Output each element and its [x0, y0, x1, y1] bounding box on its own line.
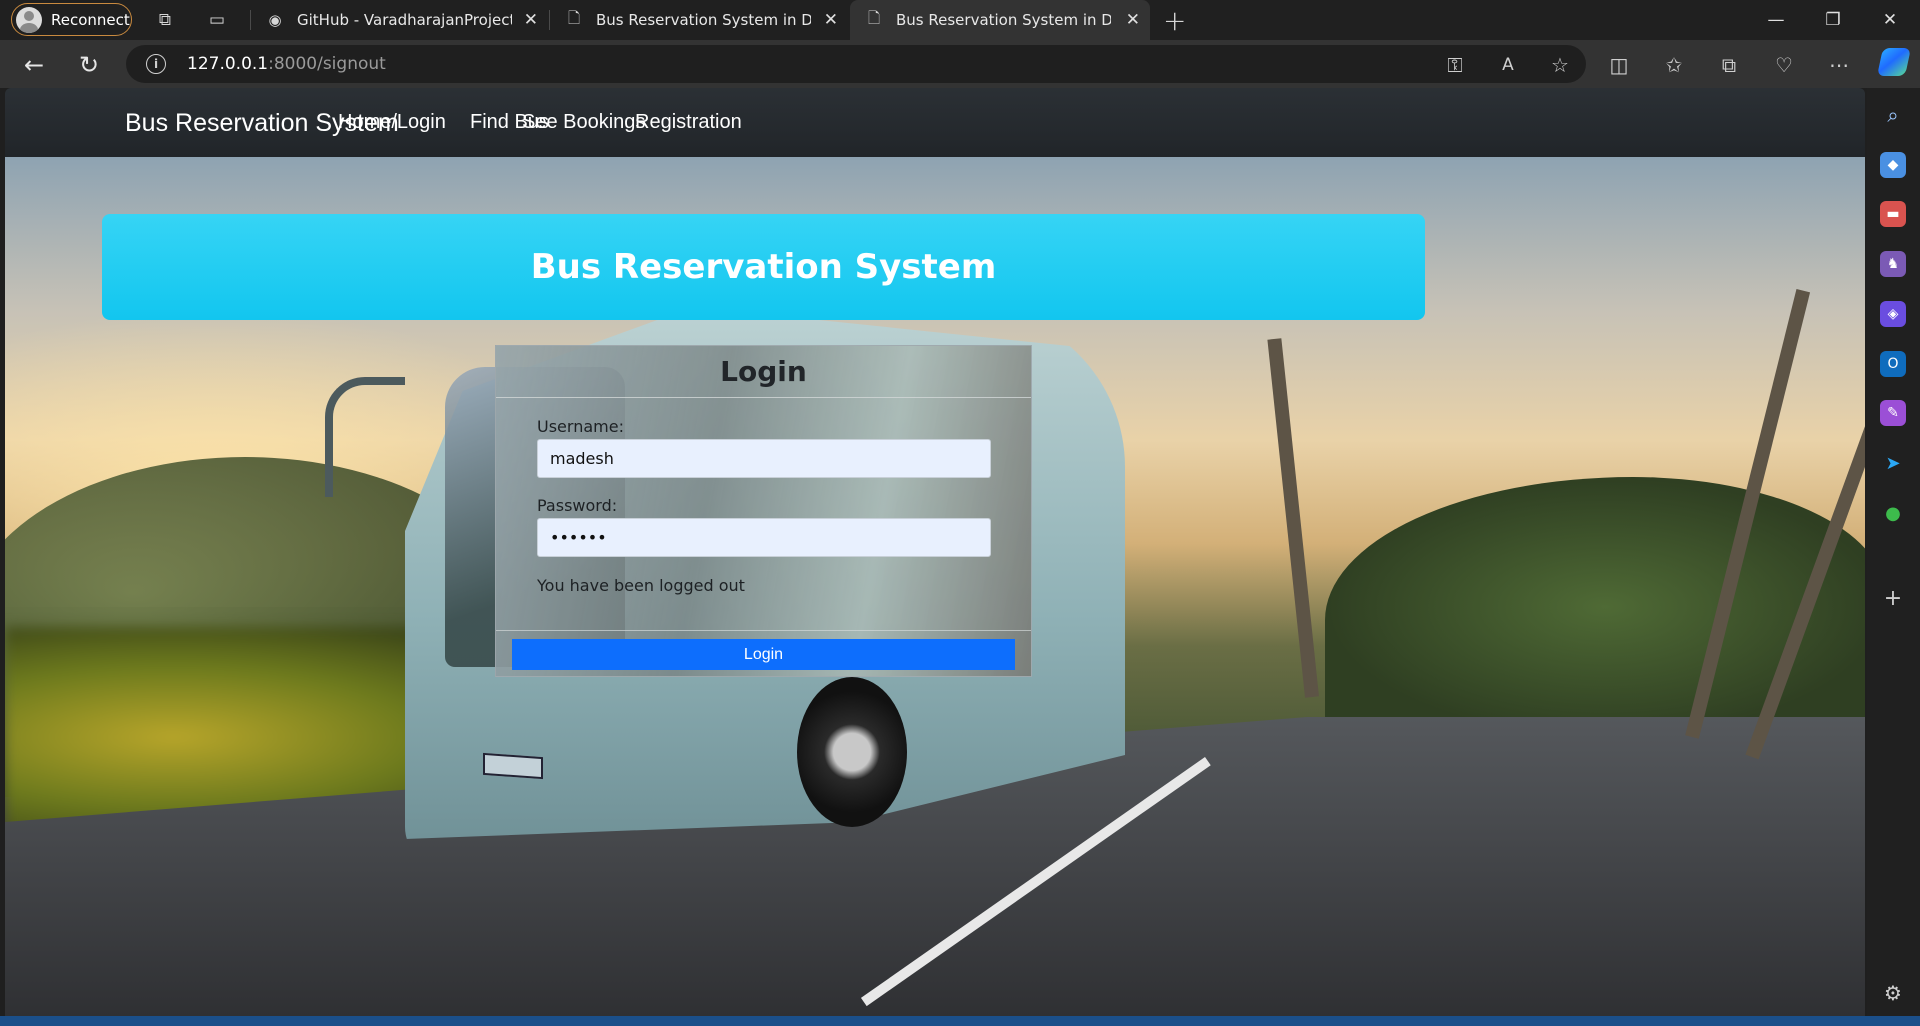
username-input[interactable]	[537, 439, 991, 478]
split-screen-icon[interactable]: ◫	[1606, 52, 1632, 78]
banner-title: Bus Reservation System	[530, 247, 997, 287]
browser-tab-bar: Reconnect ⧉ ▭ ◉ GitHub - VaradharajanPro…	[0, 0, 1920, 40]
document-icon: 🗋	[867, 8, 881, 27]
username-label: Username:	[537, 417, 624, 436]
collections-icon[interactable]: ⧉	[1716, 52, 1742, 78]
outlook-icon[interactable]: O	[1880, 351, 1906, 377]
send-icon[interactable]: ➤	[1880, 450, 1906, 476]
settings-gear-icon[interactable]: ⚙	[1880, 980, 1906, 1006]
tab-title: Bus Reservation System in Djang	[596, 11, 811, 29]
close-icon[interactable]: ✕	[524, 10, 538, 30]
close-window-button[interactable]: ✕	[1862, 0, 1918, 40]
new-tab-button[interactable]: +	[1163, 4, 1186, 37]
minimize-button[interactable]: —	[1748, 0, 1804, 40]
password-key-icon[interactable]: ⚿	[1442, 52, 1468, 78]
web-page: Bus Reservation System Home/Login Find B…	[5, 88, 1865, 1016]
title-banner: Bus Reservation System	[102, 214, 1425, 320]
vertical-tabs-icon[interactable]: ▭	[204, 7, 230, 33]
restore-button[interactable]: ❐	[1805, 0, 1861, 40]
address-bar[interactable]: i 127.0.0.1:8000/signout ⚿ A ☆	[126, 45, 1586, 83]
url-path: :8000/signout	[268, 54, 386, 74]
github-icon: ◉	[268, 11, 282, 29]
tab-bus-reservation-1[interactable]: 🗋 Bus Reservation System in Djang ✕	[550, 0, 848, 40]
favorite-star-icon[interactable]: ☆	[1547, 52, 1573, 78]
document-icon: 🗋	[567, 8, 581, 27]
profile-label: Reconnect	[51, 10, 130, 29]
search-icon[interactable]: ⌕	[1880, 102, 1906, 128]
login-button[interactable]: Login	[512, 639, 1015, 670]
address-toolbar: ← ↻ i 127.0.0.1:8000/signout ⚿ A ☆ ◫ ✩ ⧉…	[0, 40, 1920, 88]
logout-message: You have been logged out	[537, 576, 745, 595]
close-icon[interactable]: ✕	[1126, 10, 1140, 30]
nav-home-login[interactable]: Home/Login	[338, 111, 446, 134]
nav-registration[interactable]: Registration	[635, 111, 742, 134]
info-icon[interactable]: i	[146, 54, 166, 74]
login-title: Login	[720, 355, 807, 388]
tab-title: Bus Reservation System in Djang	[896, 11, 1111, 29]
site-navbar: Bus Reservation System Home/Login Find B…	[5, 88, 1865, 157]
more-options-icon[interactable]: ⋯	[1826, 52, 1852, 78]
url-host: 127.0.0.1	[187, 54, 269, 74]
refresh-icon[interactable]: ↻	[76, 51, 102, 79]
tab-bus-reservation-2[interactable]: 🗋 Bus Reservation System in Djang ✕	[850, 0, 1150, 40]
back-arrow-icon[interactable]: ←	[21, 51, 47, 79]
read-aloud-icon[interactable]: A	[1495, 52, 1521, 78]
tab-github[interactable]: ◉ GitHub - VaradharajanProjects/N ✕	[251, 0, 548, 40]
workspaces-icon[interactable]: ⧉	[152, 7, 178, 33]
taskbar-edge	[0, 1016, 1920, 1026]
login-header: Login	[496, 346, 1031, 398]
close-icon[interactable]: ✕	[824, 10, 838, 30]
password-label: Password:	[537, 496, 618, 515]
add-icon[interactable]: +	[1880, 585, 1906, 611]
favorites-icon[interactable]: ✩	[1661, 52, 1687, 78]
edge-sidebar: ⌕ ◆ ▬ ♞ ◈ O ✎ ➤ ● + ⚙	[1867, 88, 1920, 1026]
drop-icon[interactable]: ●	[1880, 500, 1906, 526]
designer-icon[interactable]: ✎	[1880, 400, 1906, 426]
shopping-tag-icon[interactable]: ◆	[1880, 152, 1906, 178]
avatar	[16, 6, 42, 33]
tab-title: GitHub - VaradharajanProjects/N	[297, 11, 512, 29]
games-icon[interactable]: ♞	[1880, 251, 1906, 277]
microsoft-365-icon[interactable]: ◈	[1880, 301, 1906, 327]
tools-icon[interactable]: ▬	[1880, 201, 1906, 227]
profile-button[interactable]: Reconnect	[11, 3, 132, 36]
login-card: Login Username: Password: You have been …	[495, 345, 1032, 677]
browser-essentials-icon[interactable]: ♡	[1771, 52, 1797, 78]
password-input[interactable]	[537, 518, 991, 557]
nav-see-bookings[interactable]: See Bookings	[522, 111, 645, 134]
url-text[interactable]: 127.0.0.1:8000/signout	[187, 54, 386, 74]
